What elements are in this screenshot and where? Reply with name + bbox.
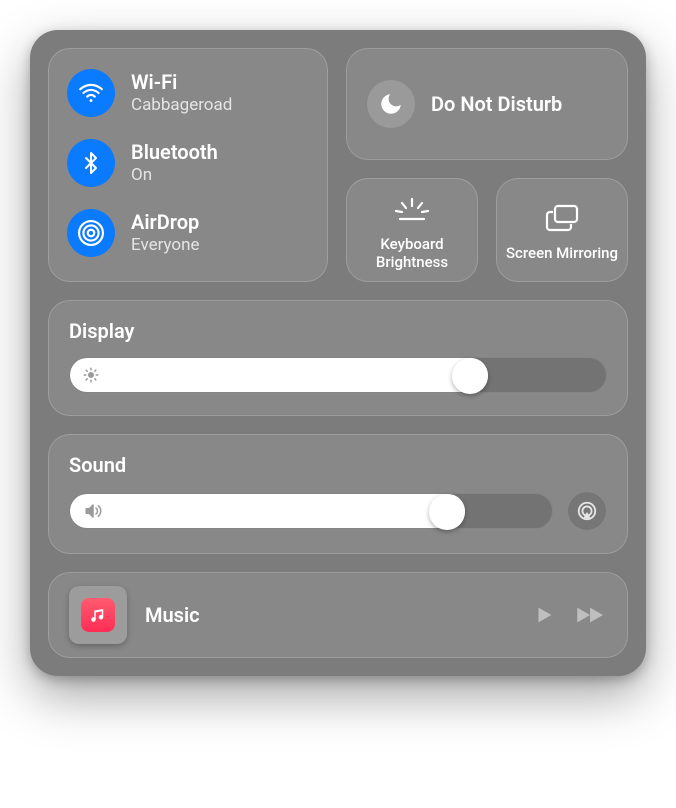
airdrop-title: AirDrop <box>131 211 200 234</box>
display-slider-row <box>69 357 607 393</box>
bluetooth-toggle[interactable]: Bluetooth On <box>67 139 309 187</box>
fast-forward-icon <box>575 604 607 626</box>
screen-mirroring-icon <box>543 198 581 238</box>
music-app-icon <box>81 598 115 632</box>
display-slider-thumb[interactable] <box>452 358 488 394</box>
do-not-disturb-toggle[interactable]: Do Not Disturb <box>346 48 628 160</box>
keyboard-brightness-label: Keyboard Brightness <box>353 235 471 271</box>
moon-icon <box>367 80 415 128</box>
wifi-text: Wi-Fi Cabbageroad <box>131 71 232 116</box>
display-title: Display <box>69 319 607 343</box>
display-section: Display <box>48 300 628 416</box>
sound-slider-row <box>69 491 607 531</box>
wifi-subtitle: Cabbageroad <box>131 96 232 116</box>
airdrop-text: AirDrop Everyone <box>131 211 200 256</box>
bluetooth-icon <box>67 139 115 187</box>
sound-slider-thumb[interactable] <box>429 494 465 530</box>
wifi-title: Wi-Fi <box>131 71 232 94</box>
small-tiles-row: Keyboard Brightness Screen Mirroring <box>346 178 628 282</box>
airdrop-subtitle: Everyone <box>131 236 200 256</box>
media-title: Music <box>145 603 515 627</box>
airdrop-toggle[interactable]: AirDrop Everyone <box>67 209 309 257</box>
connectivity-tile: Wi-Fi Cabbageroad Bluetooth On AirDr <box>48 48 328 282</box>
screen-mirroring-button[interactable]: Screen Mirroring <box>496 178 628 282</box>
play-icon <box>533 604 555 626</box>
control-center-panel: Wi-Fi Cabbageroad Bluetooth On AirDr <box>30 30 646 676</box>
right-column: Do Not Disturb Keyboard Brightness Scree… <box>346 48 628 282</box>
wifi-toggle[interactable]: Wi-Fi Cabbageroad <box>67 69 309 117</box>
volume-icon <box>82 502 104 520</box>
bluetooth-subtitle: On <box>131 166 218 186</box>
media-artwork <box>69 586 127 644</box>
bluetooth-title: Bluetooth <box>131 141 218 164</box>
dnd-label: Do Not Disturb <box>431 93 562 116</box>
audio-output-button[interactable] <box>567 491 607 531</box>
display-slider-fill <box>70 358 488 392</box>
airplay-audio-icon <box>576 500 598 522</box>
top-row: Wi-Fi Cabbageroad Bluetooth On AirDr <box>48 48 628 282</box>
keyboard-brightness-icon <box>392 189 432 229</box>
sound-slider[interactable] <box>69 493 553 529</box>
next-button[interactable] <box>575 604 607 626</box>
sound-title: Sound <box>69 453 607 477</box>
bluetooth-text: Bluetooth On <box>131 141 218 186</box>
display-slider[interactable] <box>69 357 607 393</box>
sound-slider-fill <box>70 494 465 528</box>
brightness-low-icon <box>82 366 100 384</box>
keyboard-brightness-button[interactable]: Keyboard Brightness <box>346 178 478 282</box>
screen-mirroring-label: Screen Mirroring <box>506 244 618 262</box>
wifi-icon <box>67 69 115 117</box>
sound-section: Sound <box>48 434 628 554</box>
play-button[interactable] <box>533 604 555 626</box>
media-controls <box>533 604 607 626</box>
airdrop-icon <box>67 209 115 257</box>
media-tile[interactable]: Music <box>48 572 628 658</box>
